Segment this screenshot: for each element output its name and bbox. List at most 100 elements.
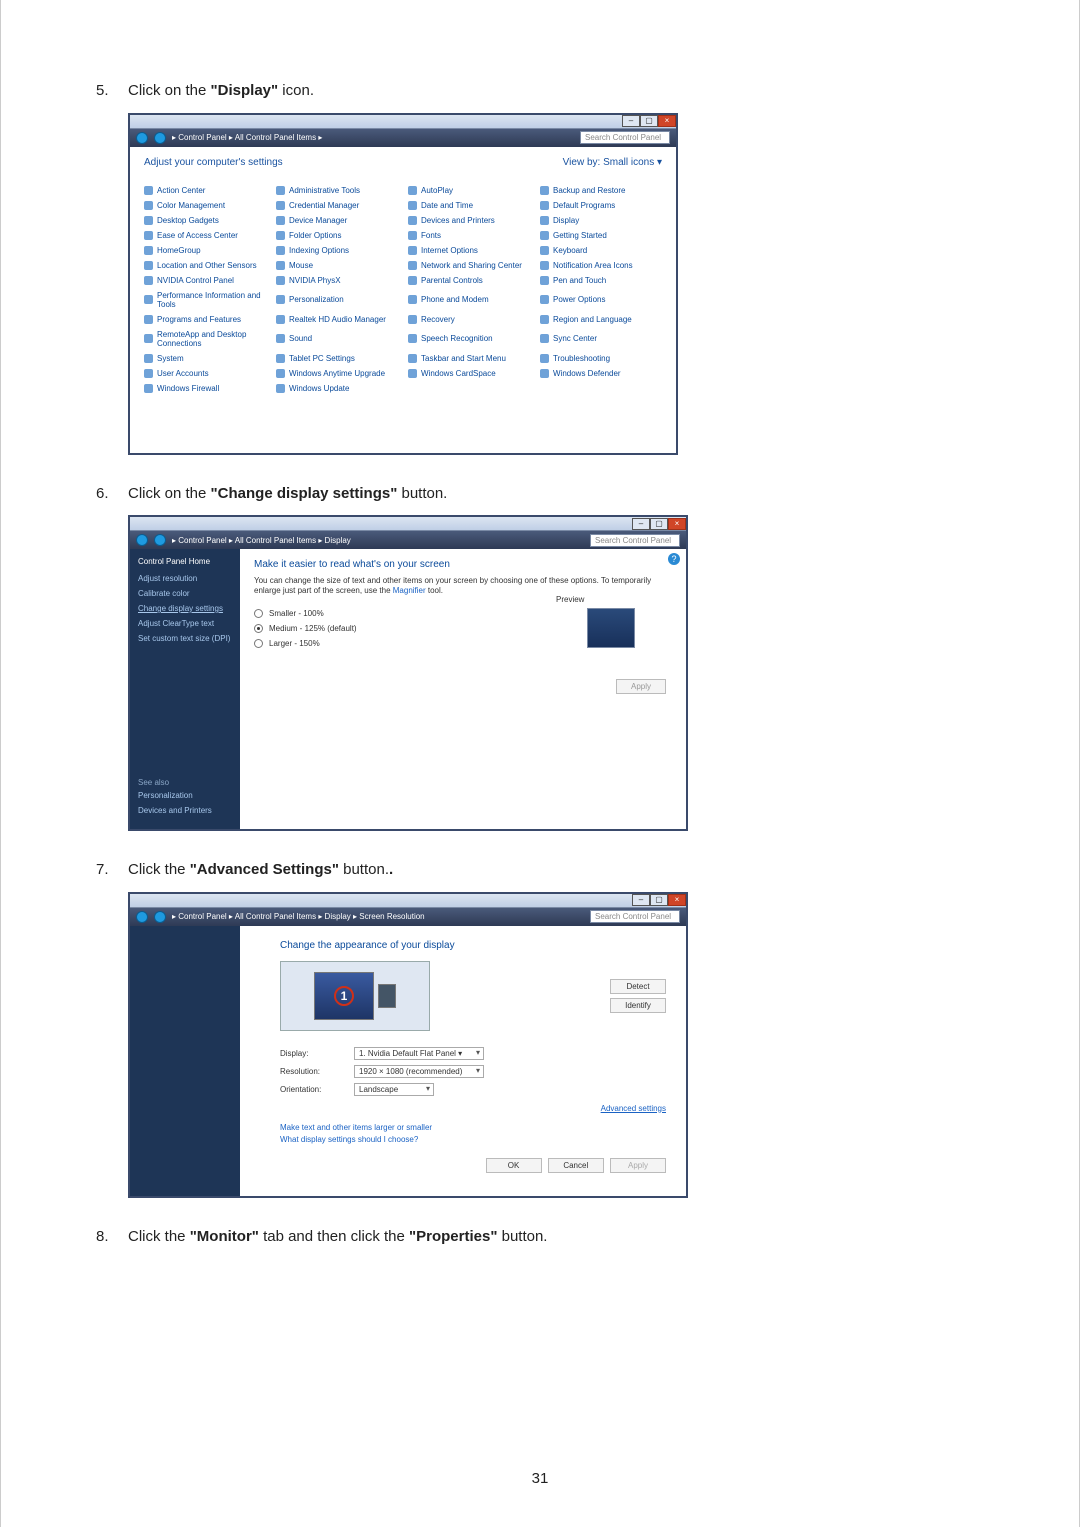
control-panel-item-ease-of-access-center[interactable]: Ease of Access Center [144, 231, 266, 240]
control-panel-item-troubleshooting[interactable]: Troubleshooting [540, 354, 662, 363]
link-what-display-settings[interactable]: What display settings should I choose? [280, 1135, 666, 1144]
ok-button[interactable]: OK [486, 1158, 542, 1173]
advanced-settings-link[interactable]: Advanced settings [601, 1104, 666, 1113]
control-panel-item-region-and-language[interactable]: Region and Language [540, 315, 662, 324]
control-panel-item-speech-recognition[interactable]: Speech Recognition [408, 330, 530, 348]
sidebar-link-custom-dpi[interactable]: Set custom text size (DPI) [138, 634, 232, 643]
control-panel-item-display[interactable]: Display [540, 216, 662, 225]
control-panel-item-phone-and-modem[interactable]: Phone and Modem [408, 291, 530, 309]
control-panel-item-windows-defender[interactable]: Windows Defender [540, 369, 662, 378]
control-panel-item-folder-options[interactable]: Folder Options [276, 231, 398, 240]
control-panel-item-desktop-gadgets[interactable]: Desktop Gadgets [144, 216, 266, 225]
forward-icon[interactable] [154, 132, 166, 144]
control-panel-item-taskbar-and-start-menu[interactable]: Taskbar and Start Menu [408, 354, 530, 363]
breadcrumb[interactable]: ▸ Control Panel ▸ All Control Panel Item… [172, 536, 351, 545]
forward-icon[interactable] [154, 534, 166, 546]
control-panel-item-realtek-hd-audio-manager[interactable]: Realtek HD Audio Manager [276, 315, 398, 324]
control-panel-item-windows-firewall[interactable]: Windows Firewall [144, 384, 266, 393]
control-panel-item-tablet-pc-settings[interactable]: Tablet PC Settings [276, 354, 398, 363]
monitor-2-icon[interactable] [378, 984, 396, 1008]
control-panel-item-personalization[interactable]: Personalization [276, 291, 398, 309]
control-panel-item-performance-information-and-tools[interactable]: Performance Information and Tools [144, 291, 266, 309]
control-panel-item-recovery[interactable]: Recovery [408, 315, 530, 324]
back-icon[interactable] [136, 534, 148, 546]
control-panel-item-sound[interactable]: Sound [276, 330, 398, 348]
see-also-devices-printers[interactable]: Devices and Printers [138, 806, 212, 815]
control-panel-item-nvidia-control-panel[interactable]: NVIDIA Control Panel [144, 276, 266, 285]
detect-button[interactable]: Detect [610, 979, 666, 994]
control-panel-item-pen-and-touch[interactable]: Pen and Touch [540, 276, 662, 285]
minimize-icon[interactable]: – [622, 115, 640, 127]
control-panel-item-default-programs[interactable]: Default Programs [540, 201, 662, 210]
radio-larger[interactable] [254, 639, 263, 648]
control-panel-item-indexing-options[interactable]: Indexing Options [276, 246, 398, 255]
see-also-personalization[interactable]: Personalization [138, 791, 212, 800]
control-panel-item-power-options[interactable]: Power Options [540, 291, 662, 309]
link-make-text-larger[interactable]: Make text and other items larger or smal… [280, 1123, 666, 1132]
sidebar-link-calibrate-color[interactable]: Calibrate color [138, 589, 232, 598]
magnifier-link[interactable]: Magnifier [393, 586, 426, 595]
identify-button[interactable]: Identify [610, 998, 666, 1013]
control-panel-item-notification-area-icons[interactable]: Notification Area Icons [540, 261, 662, 270]
breadcrumb[interactable]: ▸ Control Panel ▸ All Control Panel Item… [172, 912, 425, 921]
control-panel-item-nvidia-physx[interactable]: NVIDIA PhysX [276, 276, 398, 285]
display-preview-box[interactable]: 1 [280, 961, 430, 1031]
radio-medium[interactable] [254, 624, 263, 633]
minimize-icon[interactable]: – [632, 894, 650, 906]
control-panel-home-link[interactable]: Control Panel Home [138, 557, 232, 566]
control-panel-item-internet-options[interactable]: Internet Options [408, 246, 530, 255]
control-panel-item-windows-cardspace[interactable]: Windows CardSpace [408, 369, 530, 378]
control-panel-item-color-management[interactable]: Color Management [144, 201, 266, 210]
control-panel-item-autoplay[interactable]: AutoPlay [408, 186, 530, 195]
sidebar-link-change-display-settings[interactable]: Change display settings [138, 604, 232, 613]
radio-smaller[interactable] [254, 609, 263, 618]
minimize-icon[interactable]: – [632, 518, 650, 530]
sidebar-link-cleartype[interactable]: Adjust ClearType text [138, 619, 232, 628]
forward-icon[interactable] [154, 911, 166, 923]
control-panel-item-windows-update[interactable]: Windows Update [276, 384, 398, 393]
control-panel-item-devices-and-printers[interactable]: Devices and Printers [408, 216, 530, 225]
back-icon[interactable] [136, 132, 148, 144]
control-panel-item-administrative-tools[interactable]: Administrative Tools [276, 186, 398, 195]
close-icon[interactable]: × [668, 894, 686, 906]
control-panel-item-getting-started[interactable]: Getting Started [540, 231, 662, 240]
display-dropdown[interactable]: 1. Nvidia Default Flat Panel ▾ [354, 1047, 484, 1060]
back-icon[interactable] [136, 911, 148, 923]
control-panel-item-fonts[interactable]: Fonts [408, 231, 530, 240]
breadcrumb[interactable]: ▸ Control Panel ▸ All Control Panel Item… [172, 133, 322, 142]
resolution-dropdown[interactable]: 1920 × 1080 (recommended) [354, 1065, 484, 1078]
sidebar-link-adjust-resolution[interactable]: Adjust resolution [138, 574, 232, 583]
maximize-icon[interactable]: ▢ [650, 894, 668, 906]
control-panel-item-programs-and-features[interactable]: Programs and Features [144, 315, 266, 324]
control-panel-item-date-and-time[interactable]: Date and Time [408, 201, 530, 210]
monitor-1-icon[interactable]: 1 [314, 972, 374, 1020]
close-icon[interactable]: × [668, 518, 686, 530]
control-panel-item-windows-anytime-upgrade[interactable]: Windows Anytime Upgrade [276, 369, 398, 378]
control-panel-item-system[interactable]: System [144, 354, 266, 363]
control-panel-item-remoteapp-and-desktop-connections[interactable]: RemoteApp and Desktop Connections [144, 330, 266, 348]
maximize-icon[interactable]: ▢ [650, 518, 668, 530]
apply-button[interactable]: Apply [616, 679, 666, 694]
control-panel-item-device-manager[interactable]: Device Manager [276, 216, 398, 225]
cancel-button[interactable]: Cancel [548, 1158, 604, 1173]
orientation-dropdown[interactable]: Landscape [354, 1083, 434, 1096]
control-panel-item-user-accounts[interactable]: User Accounts [144, 369, 266, 378]
control-panel-item-homegroup[interactable]: HomeGroup [144, 246, 266, 255]
apply-button[interactable]: Apply [610, 1158, 666, 1173]
view-by-selector[interactable]: View by: Small icons ▾ [563, 157, 662, 168]
control-panel-item-mouse[interactable]: Mouse [276, 261, 398, 270]
control-panel-item-credential-manager[interactable]: Credential Manager [276, 201, 398, 210]
maximize-icon[interactable]: ▢ [640, 115, 658, 127]
control-panel-item-network-and-sharing-center[interactable]: Network and Sharing Center [408, 261, 530, 270]
control-panel-item-parental-controls[interactable]: Parental Controls [408, 276, 530, 285]
control-panel-item-sync-center[interactable]: Sync Center [540, 330, 662, 348]
search-input[interactable]: Search Control Panel [590, 910, 680, 923]
search-input[interactable]: Search Control Panel [590, 534, 680, 547]
control-panel-item-keyboard[interactable]: Keyboard [540, 246, 662, 255]
close-icon[interactable]: × [658, 115, 676, 127]
control-panel-item-location-and-other-sensors[interactable]: Location and Other Sensors [144, 261, 266, 270]
search-input[interactable]: Search Control Panel [580, 131, 670, 144]
control-panel-item-action-center[interactable]: Action Center [144, 186, 266, 195]
control-panel-item-label: Location and Other Sensors [157, 261, 257, 270]
control-panel-item-backup-and-restore[interactable]: Backup and Restore [540, 186, 662, 195]
